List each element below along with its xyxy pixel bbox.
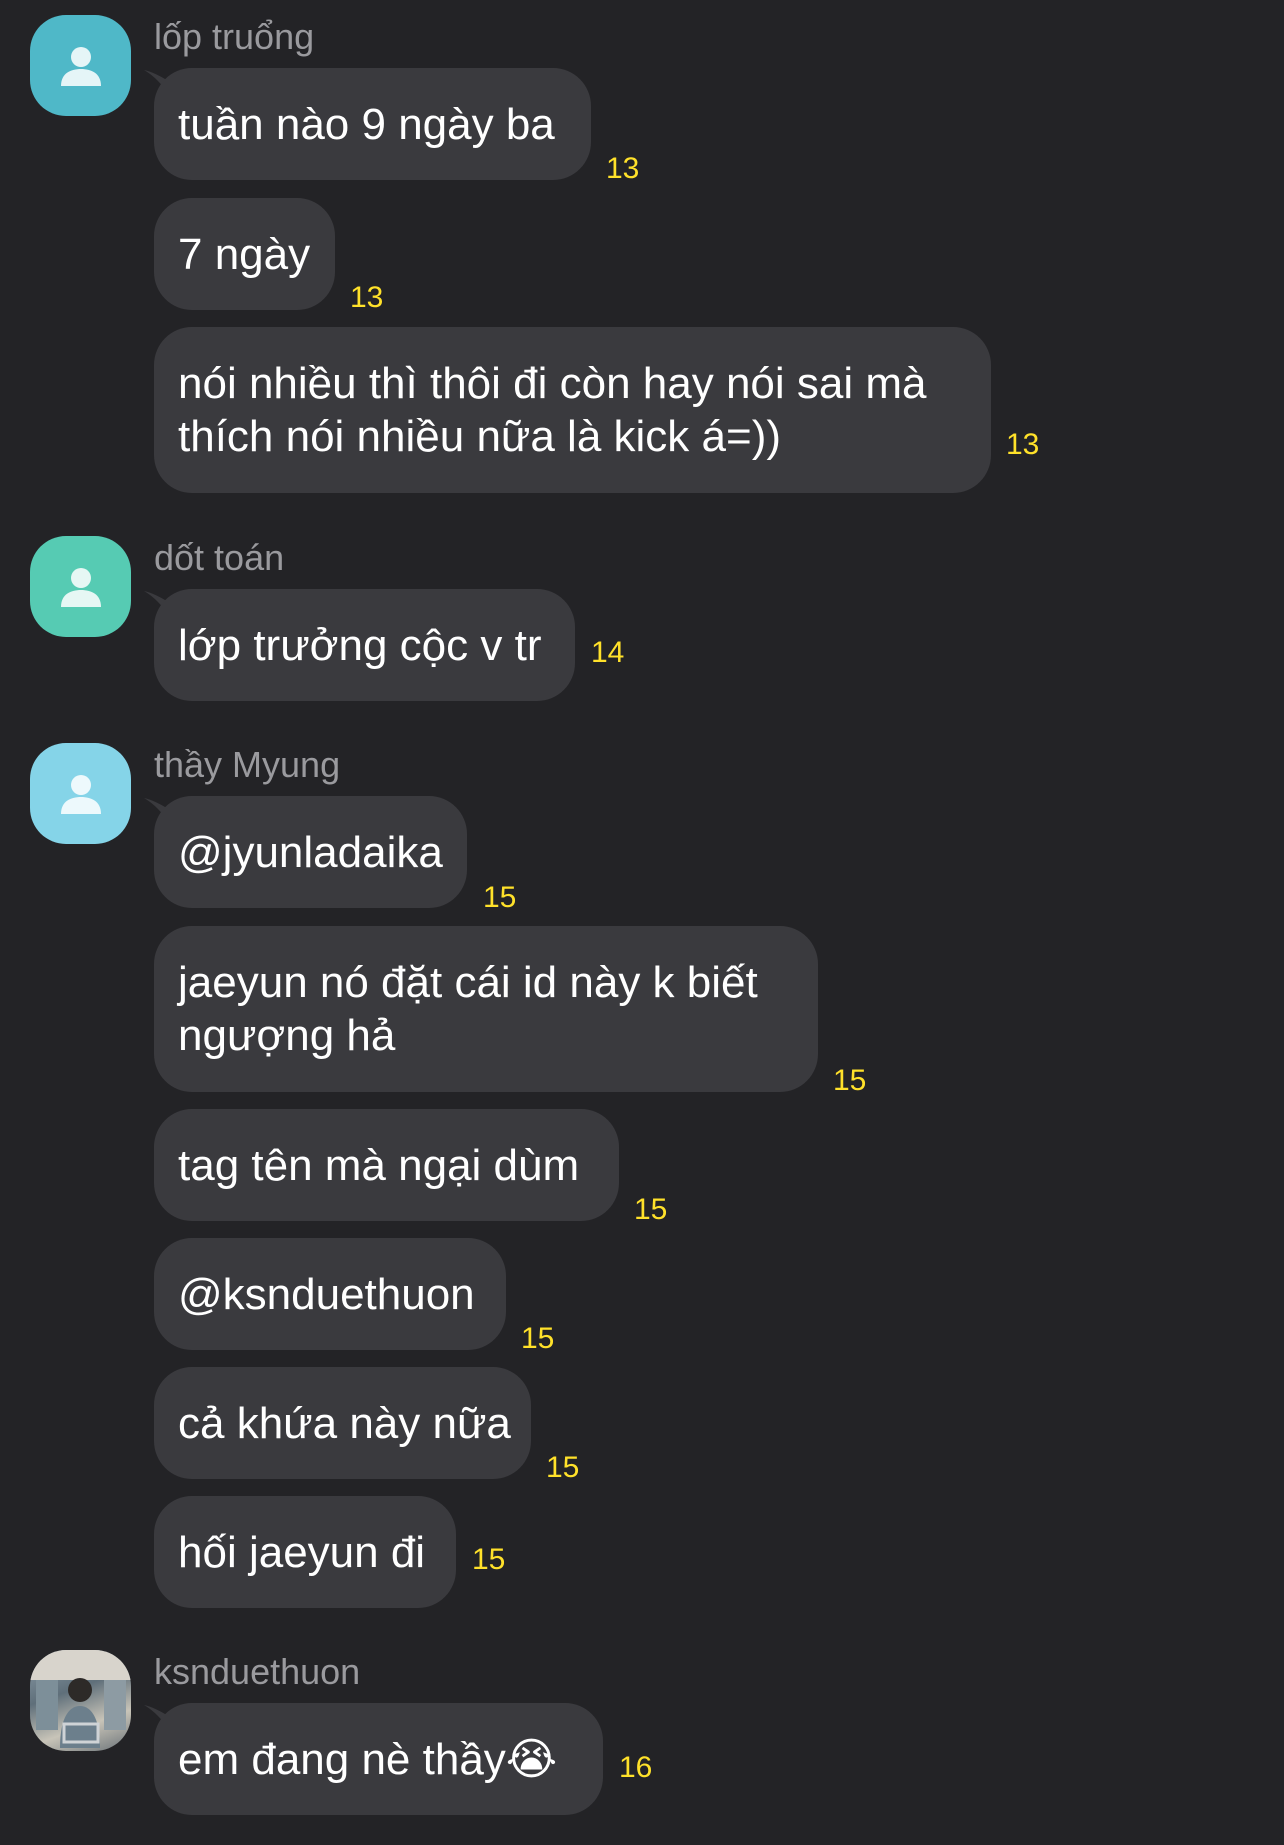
avatar[interactable] xyxy=(30,743,131,844)
message-bubble[interactable]: @jyunladaika xyxy=(154,796,467,908)
person-photo-icon xyxy=(30,1650,131,1748)
message-text-line: thích nói nhiều nữa là kick á=)) xyxy=(178,412,782,461)
message-text: tag tên mà ngại dùm xyxy=(178,1140,580,1190)
crying-emoji-icon: 😭 xyxy=(505,1734,558,1784)
sender-name: thầy Myung xyxy=(154,744,341,785)
message-text-line: nói nhiều thì thôi đi còn hay nói sai mà xyxy=(178,359,927,408)
message-text: em đang nè thầy xyxy=(178,1734,506,1784)
avatar[interactable] xyxy=(30,536,131,637)
message-bubble[interactable]: tag tên mà ngại dùm xyxy=(154,1109,619,1221)
avatar[interactable] xyxy=(30,15,131,116)
message-text: @jyunladaika xyxy=(178,827,443,877)
message-bubble[interactable]: lớp trưởng cộc v tr xyxy=(154,589,575,701)
message-bubble[interactable]: hối jaeyun đi xyxy=(154,1496,456,1608)
message-text-line: jaeyun nó đặt cái id này k biết xyxy=(178,958,758,1007)
message-time: 15 xyxy=(546,1451,580,1484)
sender-name: dốt toán xyxy=(154,537,285,578)
message-text: hối jaeyun đi xyxy=(178,1527,426,1577)
message-bubble[interactable]: cả khứa này nữa xyxy=(154,1367,531,1479)
message-time: 13 xyxy=(1006,428,1040,461)
person-icon xyxy=(60,774,101,814)
message-time: 15 xyxy=(833,1064,867,1097)
message-bubble[interactable]: 7 ngày xyxy=(154,198,335,310)
message-time: 15 xyxy=(483,881,517,914)
message-bubble[interactable]: em đang nè thầy😭 xyxy=(154,1703,603,1815)
message-time: 14 xyxy=(591,636,625,669)
message-time: 13 xyxy=(350,281,384,314)
message-bubble[interactable]: @ksnduethuon xyxy=(154,1238,506,1350)
message-bubble[interactable]: tuần nào 9 ngày ba xyxy=(154,68,591,180)
message-time: 13 xyxy=(606,152,640,185)
sender-name: ksnduethuon xyxy=(154,1651,361,1692)
person-icon xyxy=(60,567,101,607)
message-text: cả khứa này nữa xyxy=(178,1398,511,1448)
message-text-row: em đang nè thầy😭 xyxy=(178,1733,579,1786)
message-bubble[interactable]: nói nhiều thì thôi đi còn hay nói sai mà… xyxy=(154,327,991,493)
message-time: 15 xyxy=(472,1543,506,1576)
message-time: 15 xyxy=(521,1322,555,1355)
message-text: 7 ngày xyxy=(178,229,311,279)
message-text: tuần nào 9 ngày ba xyxy=(178,99,555,149)
message-text: @ksnduethuon xyxy=(178,1269,475,1319)
sender-name: lốp truổng xyxy=(154,16,315,57)
message-bubble[interactable]: jaeyun nó đặt cái id này k biết ngượng h… xyxy=(154,926,818,1092)
message-time: 16 xyxy=(619,1751,653,1784)
person-icon xyxy=(60,46,101,86)
message-text: lớp trưởng cộc v tr xyxy=(178,620,542,670)
message-time: 15 xyxy=(634,1193,668,1226)
message-text-line: ngượng hả xyxy=(178,1011,396,1060)
photo-avatar[interactable] xyxy=(30,1650,131,1751)
